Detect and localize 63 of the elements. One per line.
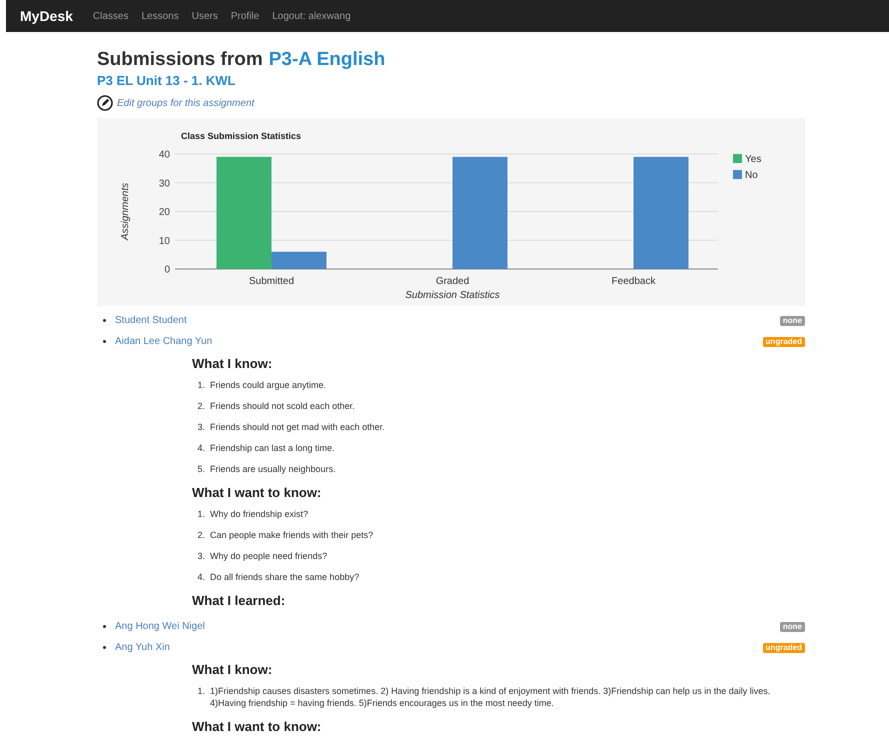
nav-link[interactable]: Lessons [142,8,179,24]
answer-text: Why do friendship exist? [210,508,308,520]
y-tick-label: 10 [158,236,170,247]
nav-link[interactable]: Logout: alexwang [272,8,351,24]
list-number: 3. [196,550,206,562]
class-link[interactable]: P3-A English [268,48,386,72]
status-badge: none [780,316,805,326]
nav-link[interactable]: Users [192,8,218,24]
student-link[interactable]: Ang Hong Wei Nigel [115,619,205,634]
section-heading: What I want to know: [192,484,322,502]
answer-text: Friends should not scold each other. [210,400,355,412]
list-number: 5. [196,463,206,475]
section-heading: What I know: [192,661,274,679]
answer-text: 1)Friendship causes disasters sometimes. 2) Having friendship is a kind of enjoyment with friends. 3)Friendship can help us in the daily lives. 4)Having friendship = having friends. 5)Friends encourages us in the most needy time. [210,685,772,709]
list-number: 3. [196,421,206,433]
y-tick-label: 0 [164,264,170,276]
section-heading: What I want to know: [192,718,322,736]
x-tick-label: Graded [436,276,470,287]
bullet-icon [103,340,106,343]
list-number: 4. [196,571,206,583]
chart-title: Class Submission Statistics [181,131,302,141]
bullet-icon [103,625,106,628]
y-tick-label: 30 [158,178,170,190]
legend-swatch [733,154,742,163]
list-number: 1. [196,685,206,698]
x-axis-title: Submission Statistics [405,290,500,301]
y-axis-title: Assignments [120,182,131,240]
edit-groups-link[interactable]: Edit groups for this assignment [117,96,254,110]
student-link[interactable]: Aidan Lee Chang Yun [115,334,212,349]
answer-text: Friendship can last a long time. [210,442,335,454]
y-tick-label: 20 [158,207,170,218]
nav-link[interactable]: Classes [92,8,128,24]
answer-text: Can people make friends with their pets? [210,529,374,541]
brand-logo[interactable]: MyDesk [20,6,73,26]
page-title: Submissions from [97,48,263,72]
legend-label: No [745,170,758,181]
y-tick-label: 40 [158,150,170,160]
list-number: 1. [196,508,206,520]
section-heading: What I learned: [192,592,286,610]
answer-text: Why do people need friends? [210,550,328,562]
status-badge: ungraded [762,336,805,346]
list-number: 4. [196,442,206,454]
answer-text: Friends are usually neighbours. [210,463,336,475]
legend-swatch [733,170,742,179]
list-number: 2. [196,400,206,412]
legend-label: Yes [745,154,762,165]
bullet-icon [103,319,106,322]
answer-text: Friends should not get mad with each other. [210,421,385,433]
section-heading: What I know: [192,355,274,373]
status-badge: ungraded [762,642,805,652]
student-link[interactable]: Ang Yuh Xin [115,640,170,655]
x-tick-label: Feedback [612,276,656,287]
status-badge: none [780,622,805,632]
nav-link[interactable]: Profile [230,8,260,24]
answer-text: Friends could argue anytime. [210,379,326,391]
x-tick-label: Submitted [248,276,294,287]
student-link[interactable]: Student Student [115,313,187,328]
list-number: 2. [196,529,206,541]
bullet-icon [103,646,106,649]
edit-icon[interactable] [97,95,113,111]
list-number: 1. [196,379,206,391]
answer-text: Do all friends share the same hobby? [210,571,360,583]
assignment-link[interactable]: P3 EL Unit 13 - 1. KWL [97,72,805,90]
